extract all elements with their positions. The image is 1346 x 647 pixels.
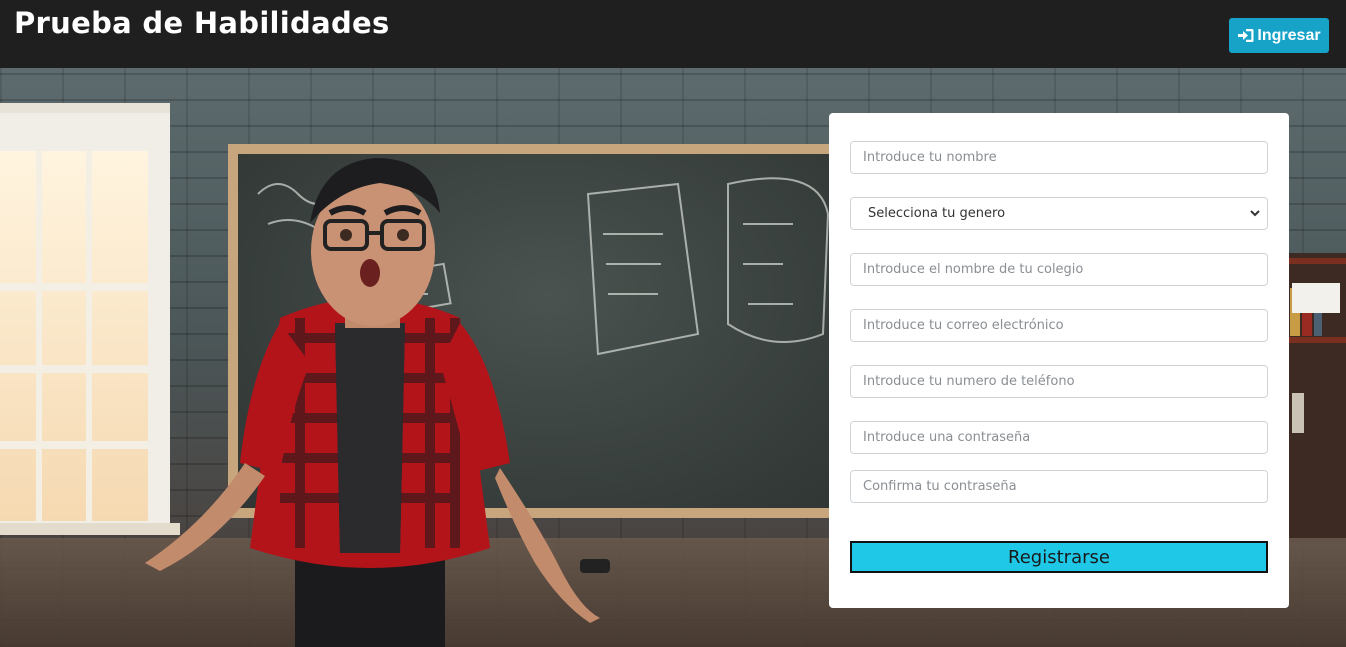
password-placeholder: Introduce una contraseña <box>863 430 1031 445</box>
top-navbar: Prueba de Habilidades Ingresar <box>0 0 1346 68</box>
school-placeholder: Introduce el nombre de tu colegio <box>863 262 1084 277</box>
registration-form: Introduce tu nombre Selecciona tu genero… <box>829 113 1289 608</box>
password-input[interactable]: Introduce una contraseña <box>850 421 1268 454</box>
phone-placeholder: Introduce tu numero de teléfono <box>863 374 1075 389</box>
bookshelf <box>1288 253 1346 543</box>
gender-select[interactable]: Selecciona tu genero <box>850 197 1268 230</box>
surprised-teacher-character <box>145 158 610 647</box>
login-button-label: Ingresar <box>1257 26 1321 44</box>
site-title: Prueba de Habilidades <box>14 6 390 40</box>
name-input[interactable]: Introduce tu nombre <box>850 141 1268 174</box>
email-input[interactable]: Introduce tu correo electrónico <box>850 309 1268 342</box>
name-placeholder: Introduce tu nombre <box>863 150 997 165</box>
confirm-password-input[interactable]: Confirma tu contraseña <box>850 470 1268 503</box>
phone-input[interactable]: Introduce tu numero de teléfono <box>850 365 1268 398</box>
chevron-down-icon <box>1249 207 1261 223</box>
confirm-password-placeholder: Confirma tu contraseña <box>863 479 1017 494</box>
sign-in-icon <box>1237 28 1254 43</box>
login-button[interactable]: Ingresar <box>1229 18 1329 53</box>
gender-selected-value: Selecciona tu genero <box>868 206 1006 221</box>
school-input[interactable]: Introduce el nombre de tu colegio <box>850 253 1268 286</box>
register-button[interactable]: Registrarse <box>850 541 1268 573</box>
email-placeholder: Introduce tu correo electrónico <box>863 318 1064 333</box>
